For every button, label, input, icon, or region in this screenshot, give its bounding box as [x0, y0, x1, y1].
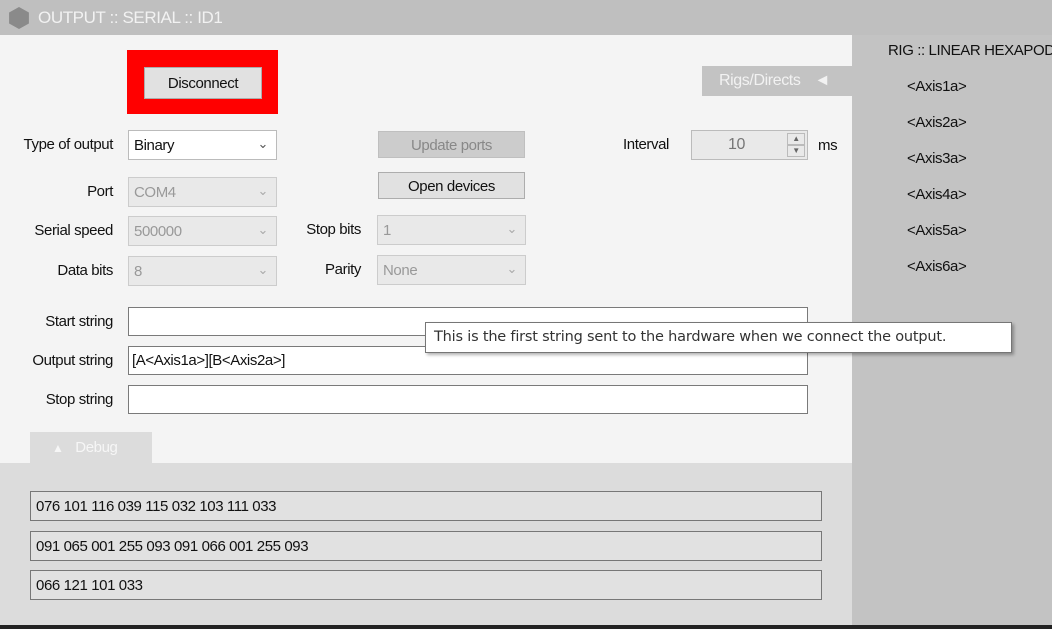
parity-value: None: [383, 262, 418, 279]
debug-line: 076 101 116 039 115 032 103 111 033: [30, 491, 822, 521]
interval-value: 10: [728, 136, 745, 153]
type-of-output-select[interactable]: Binary ⌄: [128, 130, 277, 160]
expand-up-icon: ▲: [52, 441, 64, 455]
tooltip: This is the first string sent to the har…: [425, 322, 1012, 353]
chevron-down-icon: ⌄: [257, 136, 269, 151]
axis-item[interactable]: <Axis5a>: [907, 222, 967, 239]
bottom-border: [0, 625, 1052, 629]
chevron-down-icon: ⌄: [506, 221, 518, 236]
title-bar: OUTPUT :: SERIAL :: ID1: [0, 0, 1052, 35]
interval-unit: ms: [818, 137, 838, 154]
start-string-label: Start string: [45, 313, 113, 330]
spin-up-icon[interactable]: ▲: [787, 133, 805, 145]
chevron-down-icon: ⌄: [257, 183, 269, 198]
serial-speed-value: 500000: [134, 223, 182, 240]
stop-string-input[interactable]: [128, 385, 808, 414]
rigs-directs-tab[interactable]: Rigs/Directs ◄: [702, 66, 852, 96]
interval-label: Interval: [623, 136, 669, 153]
stop-bits-select[interactable]: 1 ⌄: [377, 215, 526, 245]
serial-speed-select[interactable]: 500000 ⌄: [128, 216, 277, 246]
rigs-tab-label: Rigs/Directs: [719, 72, 801, 89]
stop-bits-label: Stop bits: [306, 221, 361, 238]
axis-item[interactable]: <Axis6a>: [907, 258, 967, 275]
app-logo-icon: [9, 7, 29, 29]
type-of-output-label: Type of output: [23, 136, 114, 153]
parity-select[interactable]: None ⌄: [377, 255, 526, 285]
update-ports-button[interactable]: Update ports: [378, 131, 525, 158]
port-value: COM4: [134, 184, 176, 201]
axis-item[interactable]: <Axis1a>: [907, 78, 967, 95]
chevron-down-icon: ⌄: [506, 261, 518, 276]
disconnect-button[interactable]: Disconnect: [144, 67, 262, 99]
axis-item[interactable]: <Axis2a>: [907, 114, 967, 131]
interval-stepper[interactable]: 10 ▲ ▼: [691, 130, 808, 160]
debug-tab-label: Debug: [75, 439, 118, 456]
window-title: OUTPUT :: SERIAL :: ID1: [38, 8, 223, 27]
rig-title: RIG :: LINEAR HEXAPOD: [888, 42, 1052, 59]
debug-tab[interactable]: ▲ Debug: [30, 432, 152, 463]
parity-label: Parity: [325, 261, 361, 278]
data-bits-select[interactable]: 8 ⌄: [128, 256, 277, 286]
serial-speed-label: Serial speed: [34, 222, 113, 239]
data-bits-value: 8: [134, 263, 142, 280]
open-devices-button[interactable]: Open devices: [378, 172, 525, 199]
type-of-output-value: Binary: [134, 137, 175, 154]
axis-item[interactable]: <Axis3a>: [907, 150, 967, 167]
port-label: Port: [87, 183, 113, 200]
debug-line: 091 065 001 255 093 091 066 001 255 093: [30, 531, 822, 561]
axis-item[interactable]: <Axis4a>: [907, 186, 967, 203]
stop-string-label: Stop string: [45, 391, 114, 408]
port-select[interactable]: COM4 ⌄: [128, 177, 277, 207]
data-bits-label: Data bits: [57, 262, 113, 279]
spin-down-icon[interactable]: ▼: [787, 145, 805, 157]
output-string-label: Output string: [32, 352, 113, 369]
debug-line: 066 121 101 033: [30, 570, 822, 600]
stop-bits-value: 1: [383, 222, 391, 239]
collapse-left-icon: ◄: [814, 72, 830, 89]
